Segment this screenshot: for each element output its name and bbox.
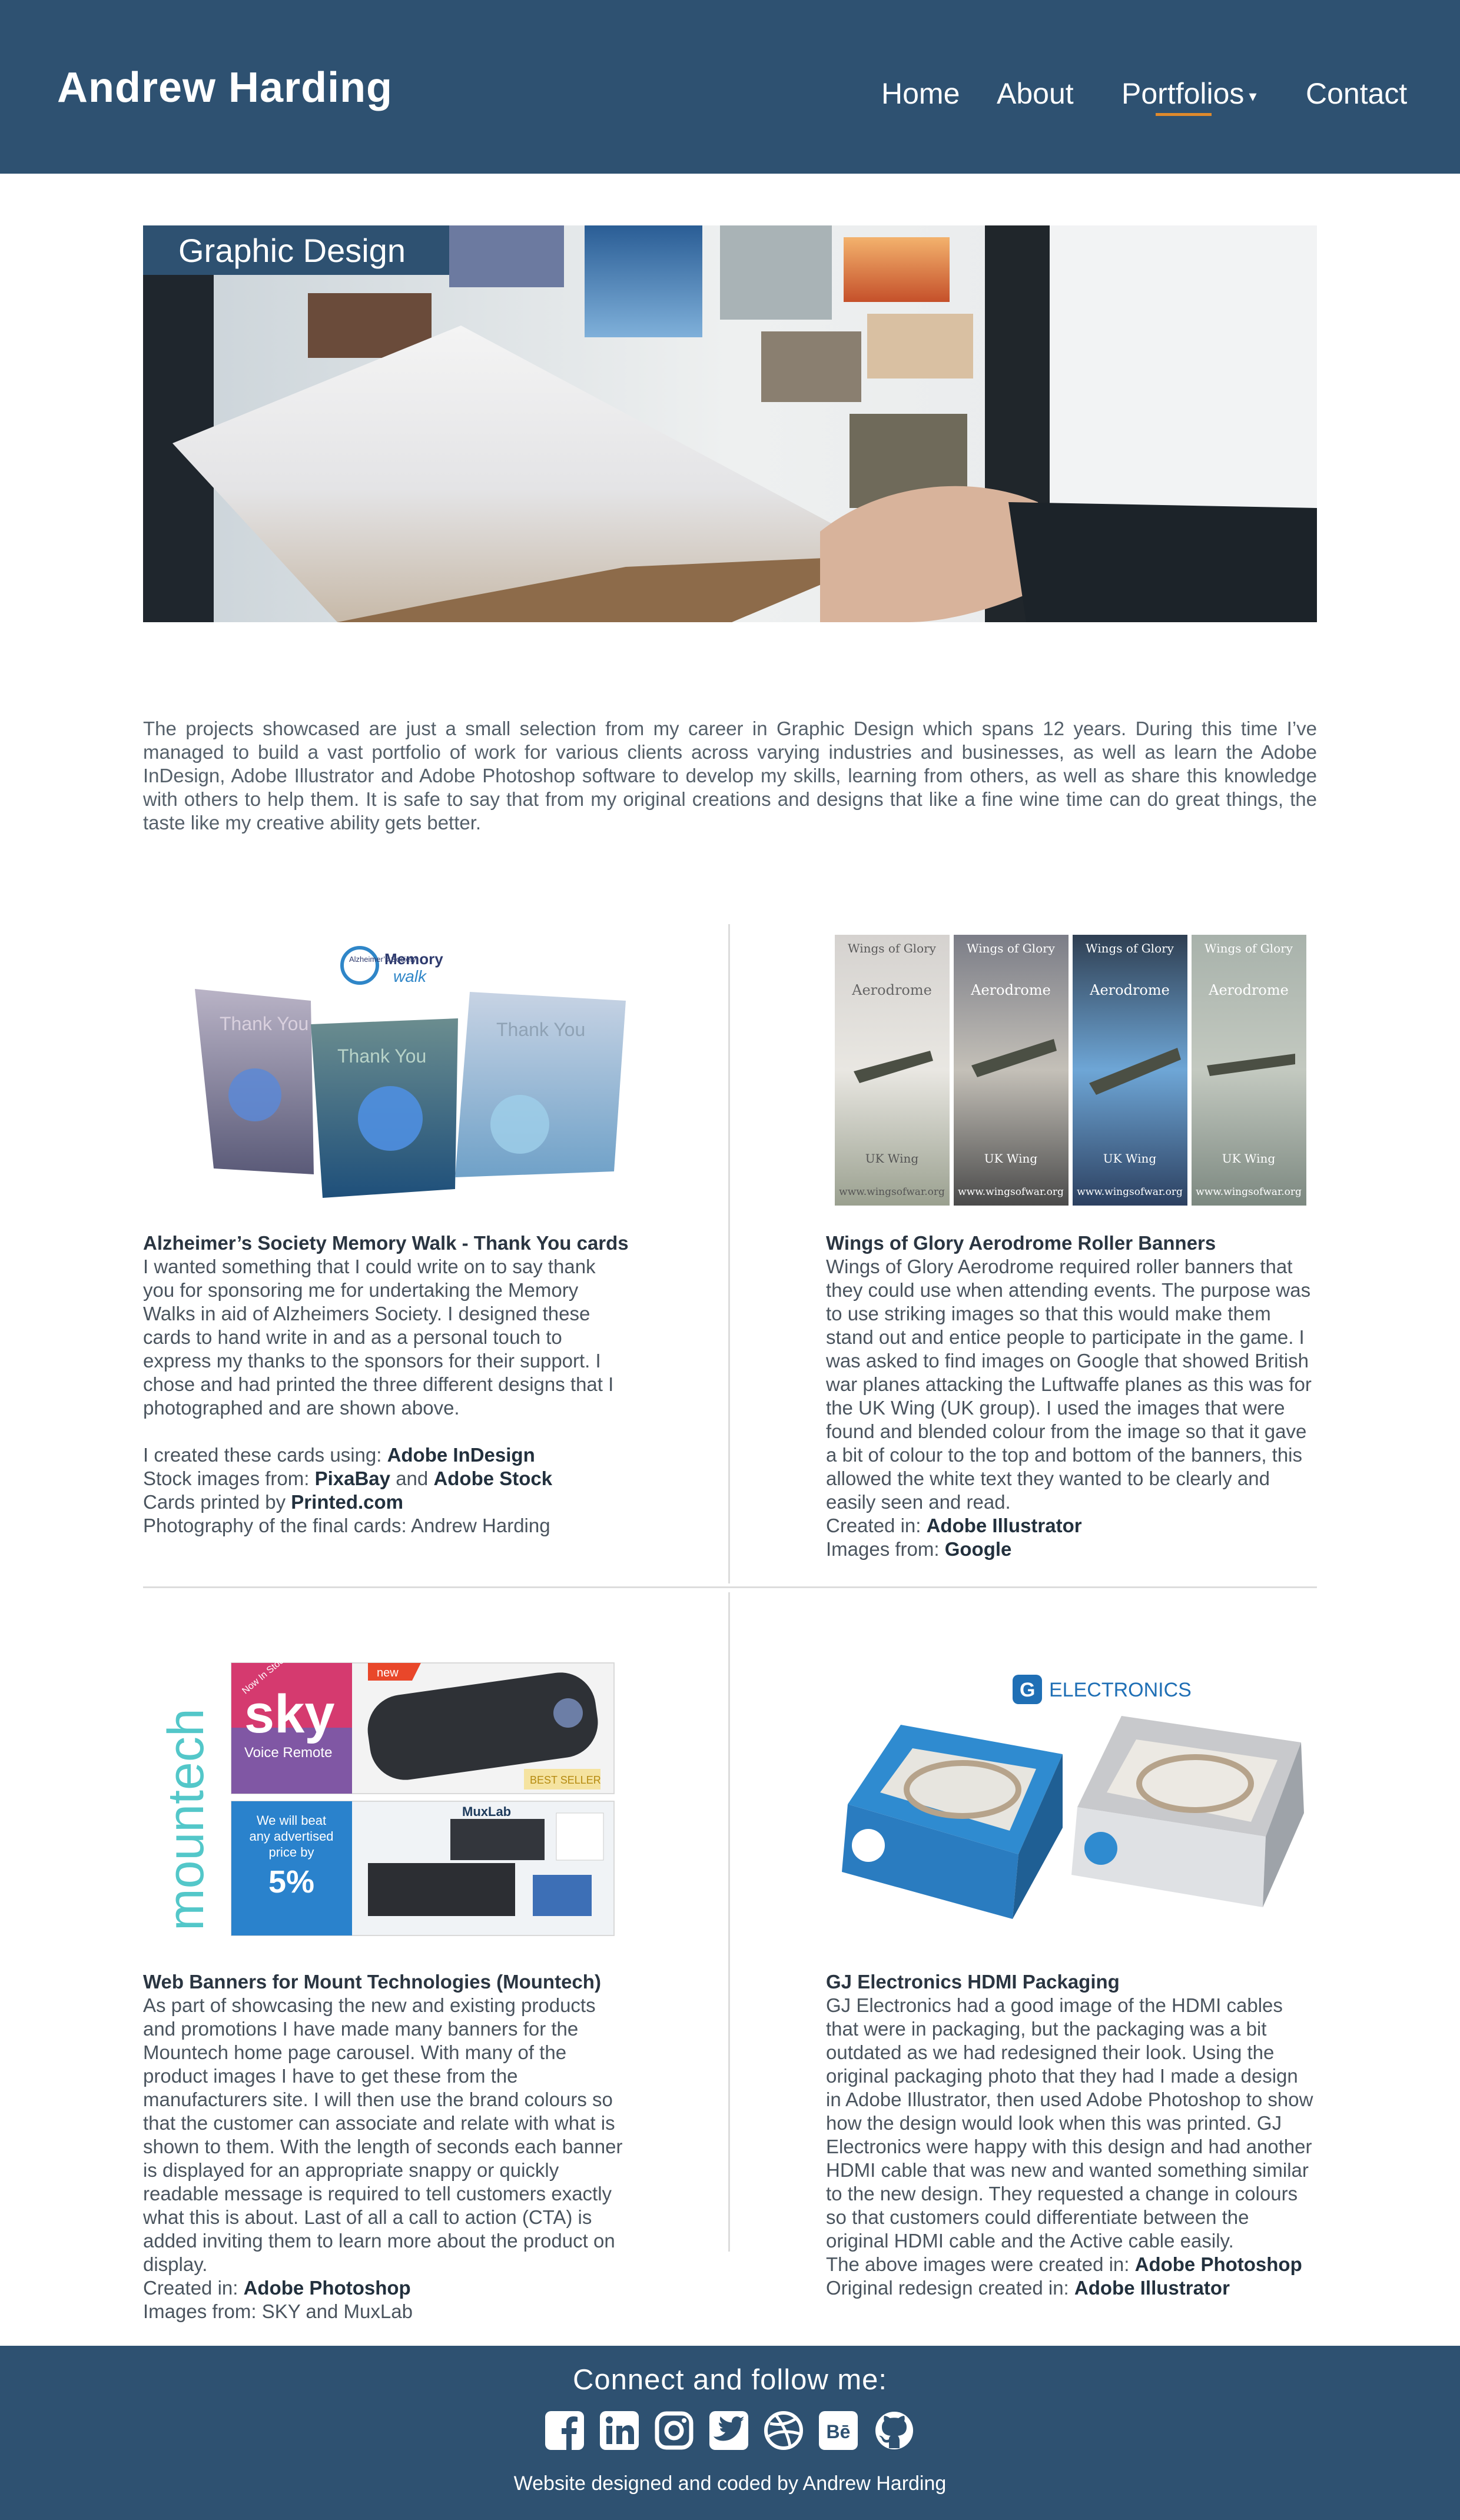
thank-you-card-1: Thank You [195, 989, 314, 1174]
project-title: Web Banners for Mount Technologies (Moun… [143, 1971, 601, 1993]
project-title: Alzheimer’s Society Memory Walk - Thank … [143, 1232, 629, 1254]
hdmi-package-grey [1071, 1716, 1304, 1907]
site-footer: Connect and follow me: Bē Website design… [0, 2346, 1460, 2520]
project-description: Wings of Glory Aerodrome required roller… [826, 1256, 1312, 1513]
mountech-logo: mountech [158, 1708, 214, 1931]
svg-text:www.wingsofwar.org: www.wingsofwar.org [1196, 1186, 1302, 1198]
memory-walk-logo: Memory [384, 950, 443, 968]
twitter-icon[interactable] [708, 2409, 749, 2452]
facebook-icon[interactable] [544, 2409, 585, 2452]
svg-text:UK Wing: UK Wing [865, 1151, 919, 1166]
connect-heading: Connect and follow me: [572, 2364, 888, 2396]
sky-remote-banner: sky Voice Remote Now In Stock new BEST S… [231, 1657, 615, 1794]
project-detail: Images from: SKY and MuxLab [143, 2300, 413, 2322]
alzheimers-logo-mark [340, 946, 379, 985]
github-icon[interactable] [874, 2409, 915, 2452]
project-description: GJ Electronics had a good image of the H… [826, 1994, 1313, 2252]
thank-you-card-3: Thank You [455, 992, 626, 1177]
intro-paragraph: The projects showcased are just a small … [143, 718, 1317, 834]
project-detail: Original redesign created in: Adobe Illu… [826, 2277, 1230, 2299]
hero-title: Graphic Design [143, 225, 449, 275]
hdmi-package-blue [842, 1725, 1063, 1919]
project-title: Wings of Glory Aerodrome Roller Banners [826, 1232, 1216, 1254]
hero-photo [143, 225, 1317, 622]
column-divider-top [728, 924, 730, 1583]
project-detail: Stock images from: PixaBay and Adobe Sto… [143, 1467, 553, 1489]
main-nav: Home About Portfolios ▾ Contact [0, 77, 1460, 124]
muxlab-banner: We will beat any advertised price by 5% … [231, 1801, 615, 1936]
svg-text:Aerodrome: Aerodrome [851, 982, 932, 998]
project-detail: Photography of the final cards: Andrew H… [143, 1515, 550, 1536]
project-detail: The above images were created in: Adobe … [826, 2253, 1302, 2275]
svg-text:Aerodrome: Aerodrome [1208, 982, 1289, 998]
project-detail: I created these cards using: Adobe InDes… [143, 1444, 535, 1466]
nav-portfolios[interactable]: Portfolios ▾ [1121, 77, 1257, 116]
svg-text:www.wingsofwar.org: www.wingsofwar.org [1077, 1186, 1183, 1198]
thank-you-card-2: Thank You [311, 1018, 458, 1198]
svg-text:We will beat: We will beat [257, 1813, 326, 1828]
svg-text:new: new [377, 1666, 399, 1679]
svg-text:Voice Remote: Voice Remote [244, 1745, 332, 1761]
project-image-mountech: mountech sky Voice Remote Now In Stock n… [156, 1657, 621, 1940]
project-detail: Images from: Google [826, 1538, 1012, 1560]
svg-text:5%: 5% [268, 1864, 314, 1900]
svg-text:MuxLab: MuxLab [462, 1804, 511, 1819]
svg-text:BEST SELLER: BEST SELLER [530, 1774, 601, 1786]
svg-text:price by: price by [268, 1845, 314, 1860]
svg-text:Aerodrome: Aerodrome [970, 982, 1051, 998]
svg-text:Wings of Glory: Wings of Glory [1204, 941, 1293, 955]
svg-text:Aerodrome: Aerodrome [1089, 982, 1170, 998]
footer-credit: Website designed and coded by Andrew Har… [513, 2472, 947, 2495]
svg-text:Thank You: Thank You [220, 1013, 308, 1034]
roller-banner-2: Wings of Glory Aerodrome UK Wing www.win… [954, 935, 1069, 1206]
project-description: As part of showcasing the new and existi… [143, 1994, 623, 2275]
svg-text:UK Wing: UK Wing [1103, 1151, 1157, 1166]
nav-portfolios-label: Portfolios [1121, 77, 1245, 110]
nav-home[interactable]: Home [881, 77, 960, 111]
linkedin-icon[interactable] [599, 2409, 640, 2452]
svg-text:ELECTRONICS: ELECTRONICS [1049, 1679, 1192, 1701]
project-image-wings-of-glory: Wings of Glory Aerodrome UK Wing www.win… [830, 930, 1313, 1210]
svg-text:Bē: Bē [827, 2421, 851, 2442]
svg-text:Wings of Glory: Wings of Glory [967, 941, 1056, 955]
column-divider-bottom [728, 1592, 730, 2252]
project-detail: Created in: Adobe Photoshop [143, 2277, 411, 2299]
nav-about[interactable]: About [997, 77, 1074, 111]
instagram-icon[interactable] [653, 2409, 695, 2452]
svg-text:www.wingsofwar.org: www.wingsofwar.org [839, 1186, 945, 1198]
nav-contact[interactable]: Contact [1306, 77, 1407, 111]
svg-text:UK Wing: UK Wing [1222, 1151, 1276, 1166]
project-text-wings-of-glory: Wings of Glory Aerodrome Roller Banners … [826, 1231, 1315, 1561]
project-text-mountech: Web Banners for Mount Technologies (Moun… [143, 1970, 632, 2323]
svg-text:Thank You: Thank You [337, 1045, 426, 1067]
project-detail: Cards printed by Printed.com [143, 1491, 403, 1513]
svg-text:UK Wing: UK Wing [984, 1151, 1038, 1166]
svg-text:Wings of Glory: Wings of Glory [848, 941, 937, 955]
project-description: I wanted something that I could write on… [143, 1256, 614, 1419]
project-detail: Created in: Adobe Illustrator [826, 1515, 1082, 1536]
social-links: Bē [544, 2409, 916, 2452]
svg-text:Wings of Glory: Wings of Glory [1086, 941, 1174, 955]
svg-text:Thank You: Thank You [496, 1019, 585, 1040]
site-header: Andrew Harding Home About Portfolios ▾ Co… [0, 0, 1460, 174]
project-image-alzheimers: Alzheimer’s Society Memory walk Thank Yo… [143, 936, 632, 1207]
memory-walk-logo-walk: walk [393, 967, 427, 985]
svg-text:www.wingsofwar.org: www.wingsofwar.org [958, 1186, 1064, 1198]
hero-banner: Graphic Design [143, 225, 1317, 622]
svg-text:G: G [1020, 1679, 1035, 1701]
project-text-gj-electronics: GJ Electronics HDMI Packaging GJ Electro… [826, 1970, 1315, 2300]
project-text-alzheimers: Alzheimer’s Society Memory Walk - Thank … [143, 1231, 632, 1538]
chevron-down-icon: ▾ [1249, 87, 1257, 105]
row-divider [143, 1586, 1317, 1588]
gj-electronics-logo: G ELECTRONICS [1013, 1675, 1192, 1704]
svg-text:any advertised: any advertised [249, 1829, 333, 1844]
behance-icon[interactable]: Bē [818, 2409, 859, 2452]
project-title: GJ Electronics HDMI Packaging [826, 1971, 1120, 1993]
dribbble-icon[interactable] [763, 2409, 804, 2452]
svg-text:sky: sky [244, 1684, 335, 1744]
project-image-gj-electronics: G ELECTRONICS [830, 1660, 1313, 1925]
